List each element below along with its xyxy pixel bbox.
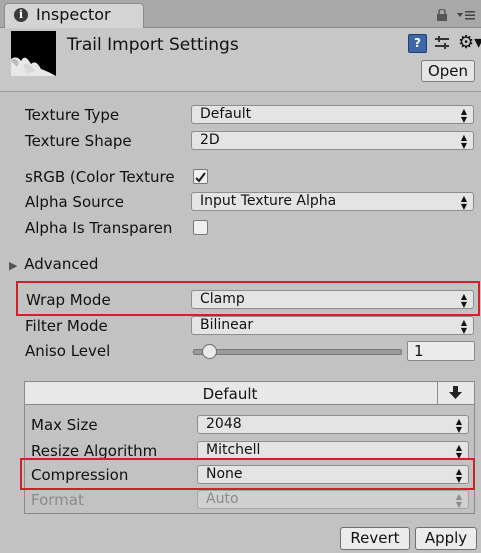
dropdown-arrows-icon: ▲ ▼	[460, 292, 467, 309]
advanced-foldout[interactable]: ▶ Advanced	[9, 255, 98, 273]
srgb-label: sRGB (Color Texture	[25, 168, 175, 186]
filter-mode-dropdown[interactable]: Bilinear ▲ ▼	[191, 316, 474, 335]
texture-type-dropdown[interactable]: Default ▲ ▼	[191, 105, 474, 124]
apply-button[interactable]: Apply	[415, 527, 477, 550]
aniso-slider-thumb[interactable]	[202, 344, 217, 359]
dropdown-arrows-icon: ▲ ▼	[460, 107, 467, 124]
wrap-mode-label: Wrap Mode	[26, 291, 111, 309]
alpha-source-value: Input Texture Alpha	[200, 193, 337, 209]
alpha-transparency-label: Alpha Is Transparen	[25, 219, 173, 237]
texture-thumbnail	[11, 31, 56, 76]
tab-label: Inspector	[36, 5, 111, 24]
preset-icon[interactable]	[433, 34, 451, 52]
resize-algorithm-value: Mitchell	[206, 442, 261, 458]
advanced-label: Advanced	[24, 255, 99, 273]
info-icon: i	[14, 8, 28, 22]
menu-icon[interactable]	[456, 9, 476, 21]
open-button[interactable]: Open	[421, 60, 475, 82]
filter-mode-label: Filter Mode	[25, 317, 108, 335]
filter-mode-value: Bilinear	[200, 317, 254, 333]
dropdown-arrows-icon: ▲ ▼	[455, 417, 462, 434]
triangle-right-icon: ▶	[9, 259, 18, 272]
aniso-level-input[interactable]: 1	[407, 341, 475, 361]
texture-shape-dropdown[interactable]: 2D ▲ ▼	[191, 131, 474, 150]
aniso-slider-track[interactable]	[193, 349, 402, 355]
alpha-source-dropdown[interactable]: Input Texture Alpha ▲ ▼	[191, 192, 474, 211]
alpha-source-label: Alpha Source	[25, 193, 124, 211]
asset-title: Trail Import Settings	[67, 35, 239, 55]
download-icon[interactable]	[437, 382, 474, 405]
compression-value: None	[206, 466, 243, 482]
srgb-checkbox[interactable]	[193, 169, 208, 184]
wrap-mode-dropdown[interactable]: Clamp ▲ ▼	[191, 290, 474, 309]
dropdown-arrows-icon: ▲ ▼	[460, 133, 467, 150]
wrap-mode-value: Clamp	[200, 291, 245, 307]
texture-shape-value: 2D	[200, 132, 220, 148]
format-value: Auto	[206, 491, 239, 507]
platform-tab-label: Default	[202, 385, 258, 403]
texture-shape-label: Texture Shape	[25, 132, 132, 150]
aniso-level-label: Aniso Level	[25, 342, 111, 360]
alpha-transparency-checkbox[interactable]	[193, 220, 208, 235]
format-dropdown: Auto ▲ ▼	[197, 490, 469, 509]
dropdown-arrows-icon: ▲ ▼	[460, 194, 467, 211]
texture-type-value: Default	[200, 106, 252, 122]
help-icon[interactable]: ?	[408, 34, 427, 53]
gear-icon[interactable]: ⚙▾	[458, 33, 481, 53]
max-size-value: 2048	[206, 416, 242, 432]
compression-label: Compression	[31, 466, 129, 484]
max-size-dropdown[interactable]: 2048 ▲ ▼	[197, 415, 469, 434]
dropdown-arrows-icon: ▲ ▼	[455, 467, 462, 484]
texture-type-label: Texture Type	[25, 106, 120, 124]
lock-icon[interactable]	[436, 9, 448, 21]
checkmark-icon	[195, 172, 206, 183]
format-label: Format	[31, 491, 84, 509]
dropdown-arrows-icon: ▲ ▼	[455, 492, 462, 509]
max-size-label: Max Size	[31, 416, 98, 434]
dropdown-arrows-icon: ▲ ▼	[460, 318, 467, 335]
compression-dropdown[interactable]: None ▲ ▼	[197, 465, 469, 484]
revert-button[interactable]: Revert	[340, 527, 410, 550]
